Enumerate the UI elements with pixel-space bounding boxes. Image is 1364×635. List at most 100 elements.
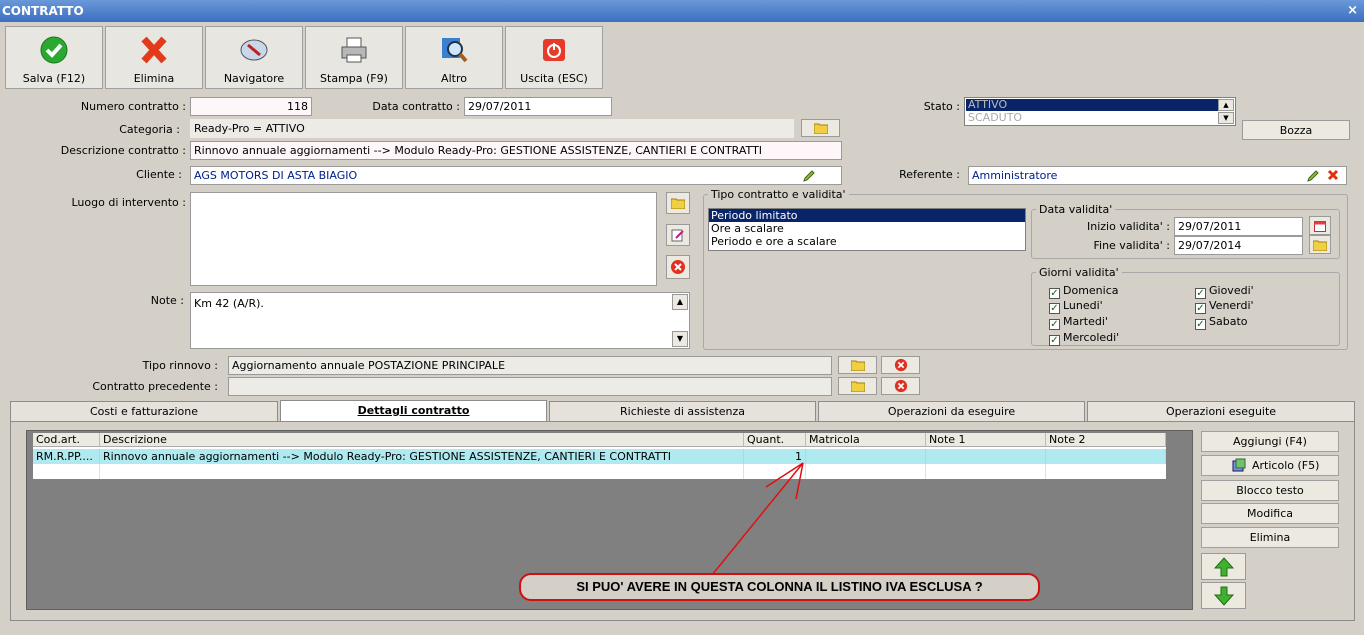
cliente-field[interactable]: AGS MOTORS DI ASTA BIAGIO xyxy=(190,166,842,185)
checkbox-checked-icon: ✓ xyxy=(1049,303,1060,314)
compass-icon xyxy=(240,39,268,61)
day-label: Lunedi' xyxy=(1063,299,1103,312)
move-up-button[interactable] xyxy=(1201,553,1246,580)
edit-pencil-icon[interactable] xyxy=(802,169,816,183)
exit-button-label: Uscita (ESC) xyxy=(520,72,588,85)
clear-x-icon[interactable] xyxy=(1327,169,1339,181)
table-cell[interactable] xyxy=(926,449,1046,464)
navigator-button-label: Navigatore xyxy=(223,72,285,85)
more-button-label: Altro xyxy=(441,72,467,85)
empty-cell[interactable] xyxy=(33,464,100,479)
tipo-rinnovo-clear-button[interactable] xyxy=(881,356,920,374)
stato-option-attivo[interactable]: ATTIVO xyxy=(966,99,1218,111)
delete-circle-icon xyxy=(894,379,908,393)
edit-pencil-icon[interactable] xyxy=(1306,169,1320,183)
bozza-button[interactable]: Bozza xyxy=(1242,120,1350,140)
contratto-precedente-folder-button[interactable] xyxy=(838,377,877,395)
luogo-delete-button[interactable] xyxy=(666,255,690,279)
folder-icon xyxy=(814,123,828,134)
table-cell[interactable]: Rinnovo annuale aggiornamenti --> Modulo… xyxy=(100,449,744,464)
day-label: Sabato xyxy=(1209,315,1248,328)
luogo-textarea[interactable] xyxy=(190,192,657,286)
data-validita-group-title: Data validita' xyxy=(1036,203,1116,216)
tab-operazioni-eseguite[interactable]: Operazioni eseguite xyxy=(1087,401,1355,422)
tipo-rinnovo-folder-button[interactable] xyxy=(838,356,877,374)
modifica-button[interactable]: Modifica xyxy=(1201,503,1339,524)
checkbox-venerdi[interactable]: ✓ Venerdi' xyxy=(1195,299,1254,314)
tab-costi-fatturazione[interactable]: Costi e fatturazione xyxy=(10,401,278,422)
checkbox-sabato[interactable]: ✓ Sabato xyxy=(1195,315,1248,330)
tipo-option[interactable]: Periodo limitato xyxy=(709,209,1025,222)
checkbox-martedi[interactable]: ✓ Martedi' xyxy=(1049,315,1108,330)
power-icon xyxy=(543,39,565,61)
tipo-option[interactable]: Periodo e ore a scalare xyxy=(709,235,1025,248)
close-icon[interactable]: × xyxy=(1347,0,1358,22)
empty-cell[interactable] xyxy=(100,464,744,479)
navigator-button[interactable]: Navigatore xyxy=(205,26,303,89)
col-header-quant[interactable]: Quant. xyxy=(744,433,806,447)
col-header-note2[interactable]: Note 2 xyxy=(1046,433,1166,447)
more-button[interactable]: Altro xyxy=(405,26,503,89)
scroll-down-icon[interactable]: ▼ xyxy=(672,331,688,347)
tab-richieste-assistenza[interactable]: Richieste di assistenza xyxy=(549,401,816,422)
col-header-matricola[interactable]: Matricola xyxy=(806,433,926,447)
descrizione-label: Descrizione contratto : xyxy=(60,144,186,157)
article-icon xyxy=(1232,458,1246,472)
referente-field[interactable]: Amministratore xyxy=(968,166,1347,185)
fine-validita-field[interactable]: 29/07/2014 xyxy=(1174,236,1303,255)
checkbox-lunedi[interactable]: ✓ Lunedi' xyxy=(1049,299,1103,314)
checkbox-domenica[interactable]: ✓ Domenica xyxy=(1049,284,1119,299)
tipo-contratto-listbox[interactable]: Periodo limitato Ore a scalare Periodo e… xyxy=(708,208,1026,251)
data-contratto-field[interactable]: 29/07/2011 xyxy=(464,97,612,116)
calendar-button[interactable] xyxy=(1309,216,1331,235)
col-header-codart[interactable]: Cod.art. xyxy=(33,433,100,447)
blocco-testo-button[interactable]: Blocco testo xyxy=(1201,480,1339,501)
scroll-up-icon[interactable]: ▲ xyxy=(1218,99,1234,111)
note-textarea[interactable]: Km 42 (A/R). ▲ ▼ xyxy=(190,292,690,349)
stato-listbox[interactable]: ATTIVO SCADUTO ▲ ▼ xyxy=(964,97,1236,126)
inizio-validita-field[interactable]: 29/07/2011 xyxy=(1174,217,1303,236)
aggiungi-button[interactable]: Aggiungi (F4) xyxy=(1201,431,1339,452)
checkbox-giovedi[interactable]: ✓ Giovedi' xyxy=(1195,284,1254,299)
tipo-option[interactable]: Ore a scalare xyxy=(709,222,1025,235)
scroll-down-icon[interactable]: ▼ xyxy=(1218,112,1234,124)
checkbox-checked-icon: ✓ xyxy=(1049,288,1060,299)
table-cell[interactable] xyxy=(1046,449,1166,464)
print-button[interactable]: Stampa (F9) xyxy=(305,26,403,89)
referente-label: Referente : xyxy=(899,168,960,181)
contratto-precedente-label: Contratto precedente : xyxy=(92,380,218,393)
scroll-up-icon[interactable]: ▲ xyxy=(672,294,688,310)
fine-validita-label: Fine validita' : xyxy=(1093,239,1170,252)
save-button[interactable]: Salva (F12) xyxy=(5,26,103,89)
printer-icon xyxy=(341,37,367,63)
empty-cell[interactable] xyxy=(926,464,1046,479)
folder-icon xyxy=(851,360,865,371)
tipo-rinnovo-label: Tipo rinnovo : xyxy=(142,359,218,372)
table-cell[interactable] xyxy=(806,449,926,464)
delete-button[interactable]: Elimina xyxy=(105,26,203,89)
tab-dettagli-contratto[interactable]: Dettagli contratto xyxy=(280,400,547,422)
day-label: Martedi' xyxy=(1063,315,1108,328)
articolo-button[interactable]: Articolo (F5) xyxy=(1201,455,1339,476)
col-header-note1[interactable]: Note 1 xyxy=(926,433,1046,447)
luogo-folder-button[interactable] xyxy=(666,192,690,214)
table-cell[interactable]: RM.R.PP.... xyxy=(33,449,100,464)
col-header-descrizione[interactable]: Descrizione xyxy=(100,433,744,447)
folder-icon xyxy=(1312,240,1328,252)
delete-circle-icon xyxy=(894,358,908,372)
tab-operazioni-da-eseguire[interactable]: Operazioni da eseguire xyxy=(818,401,1085,422)
numero-contratto-field[interactable]: 118 xyxy=(190,97,312,116)
exit-button[interactable]: Uscita (ESC) xyxy=(505,26,603,89)
luogo-edit-button[interactable] xyxy=(666,224,690,246)
day-label: Giovedi' xyxy=(1209,284,1254,297)
fine-validita-folder-button[interactable] xyxy=(1309,235,1331,254)
checkbox-mercoledi[interactable]: ✓ Mercoledi' xyxy=(1049,331,1119,346)
items-grid[interactable]: Cod.art. Descrizione Quant. Matricola No… xyxy=(32,432,1167,480)
contratto-precedente-clear-button[interactable] xyxy=(881,377,920,395)
categoria-folder-button[interactable] xyxy=(801,119,840,137)
empty-cell[interactable] xyxy=(806,464,926,479)
stato-option-scaduto[interactable]: SCADUTO xyxy=(966,112,1218,124)
move-down-button[interactable] xyxy=(1201,582,1246,609)
elimina-riga-button[interactable]: Elimina xyxy=(1201,527,1339,548)
descrizione-field[interactable]: Rinnovo annuale aggiornamenti --> Modulo… xyxy=(190,141,842,160)
